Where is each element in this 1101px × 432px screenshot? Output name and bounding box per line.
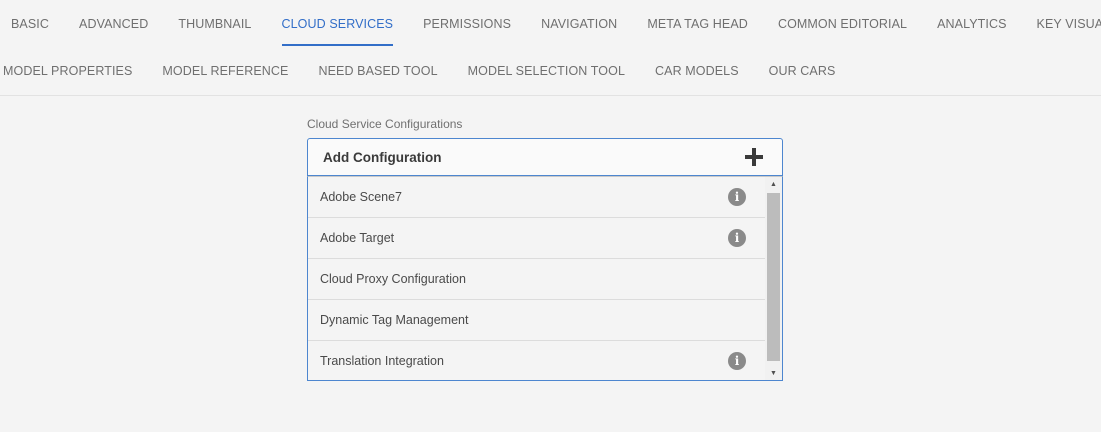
list-item-adobe-scene7[interactable]: Adobe Scene7 i [308,177,766,218]
list-item-label: Dynamic Tag Management [320,313,469,327]
list-item-adobe-target[interactable]: Adobe Target i [308,218,766,259]
plus-icon [744,147,764,167]
list-item-dynamic-tag-management[interactable]: Dynamic Tag Management [308,300,766,341]
add-configuration-button[interactable]: Add Configuration [307,138,783,176]
info-icon[interactable]: i [728,352,746,370]
list-item-cloud-proxy-configuration[interactable]: Cloud Proxy Configuration [308,259,766,300]
tab-basic[interactable]: BASIC [0,0,64,47]
list-item-translation-integration[interactable]: Translation Integration i [308,341,766,380]
tab-meta-tag-head[interactable]: META TAG HEAD [632,0,763,47]
info-icon[interactable]: i [728,229,746,247]
tab-cloud-services[interactable]: CLOUD SERVICES [267,0,409,47]
scroll-up-arrow-icon[interactable]: ▲ [765,177,782,191]
tab-row-1: BASIC ADVANCED THUMBNAIL CLOUD SERVICES … [0,0,1101,47]
cloud-config-label: Cloud Service Configurations [307,117,463,131]
configuration-list: Adobe Scene7 i Adobe Target i Cloud Prox… [307,176,783,381]
tab-advanced[interactable]: ADVANCED [64,0,163,47]
tab-analytics[interactable]: ANALYTICS [922,0,1021,47]
tab-permissions[interactable]: PERMISSIONS [408,0,526,47]
info-icon[interactable]: i [728,188,746,206]
tab-bar: BASIC ADVANCED THUMBNAIL CLOUD SERVICES … [0,0,1101,96]
tab-model-properties[interactable]: MODEL PROPERTIES [0,47,147,95]
scroll-down-arrow-icon[interactable]: ▼ [765,366,782,380]
tab-need-based-tool[interactable]: NEED BASED TOOL [303,47,452,95]
list-scrollbar[interactable]: ▲ ▼ [765,177,782,380]
list-item-label: Adobe Scene7 [320,190,403,204]
tab-thumbnail[interactable]: THUMBNAIL [163,0,266,47]
tab-row-2: MODEL PROPERTIES MODEL REFERENCE NEED BA… [0,47,850,95]
list-item-label: Cloud Proxy Configuration [320,272,466,286]
list-item-label: Adobe Target [320,231,395,245]
tab-key-visual[interactable]: KEY VISUAL [1022,0,1101,47]
tab-common-editorial[interactable]: COMMON EDITORIAL [763,0,922,47]
tab-model-reference[interactable]: MODEL REFERENCE [147,47,303,95]
tab-car-models[interactable]: CAR MODELS [640,47,754,95]
add-configuration-label: Add Configuration [323,149,442,165]
list-item-label: Translation Integration [320,354,444,368]
tab-our-cars[interactable]: OUR CARS [754,47,851,95]
scrollbar-thumb[interactable] [767,193,780,361]
tab-navigation[interactable]: NAVIGATION [526,0,632,47]
tab-model-selection-tool[interactable]: MODEL SELECTION TOOL [453,47,640,95]
